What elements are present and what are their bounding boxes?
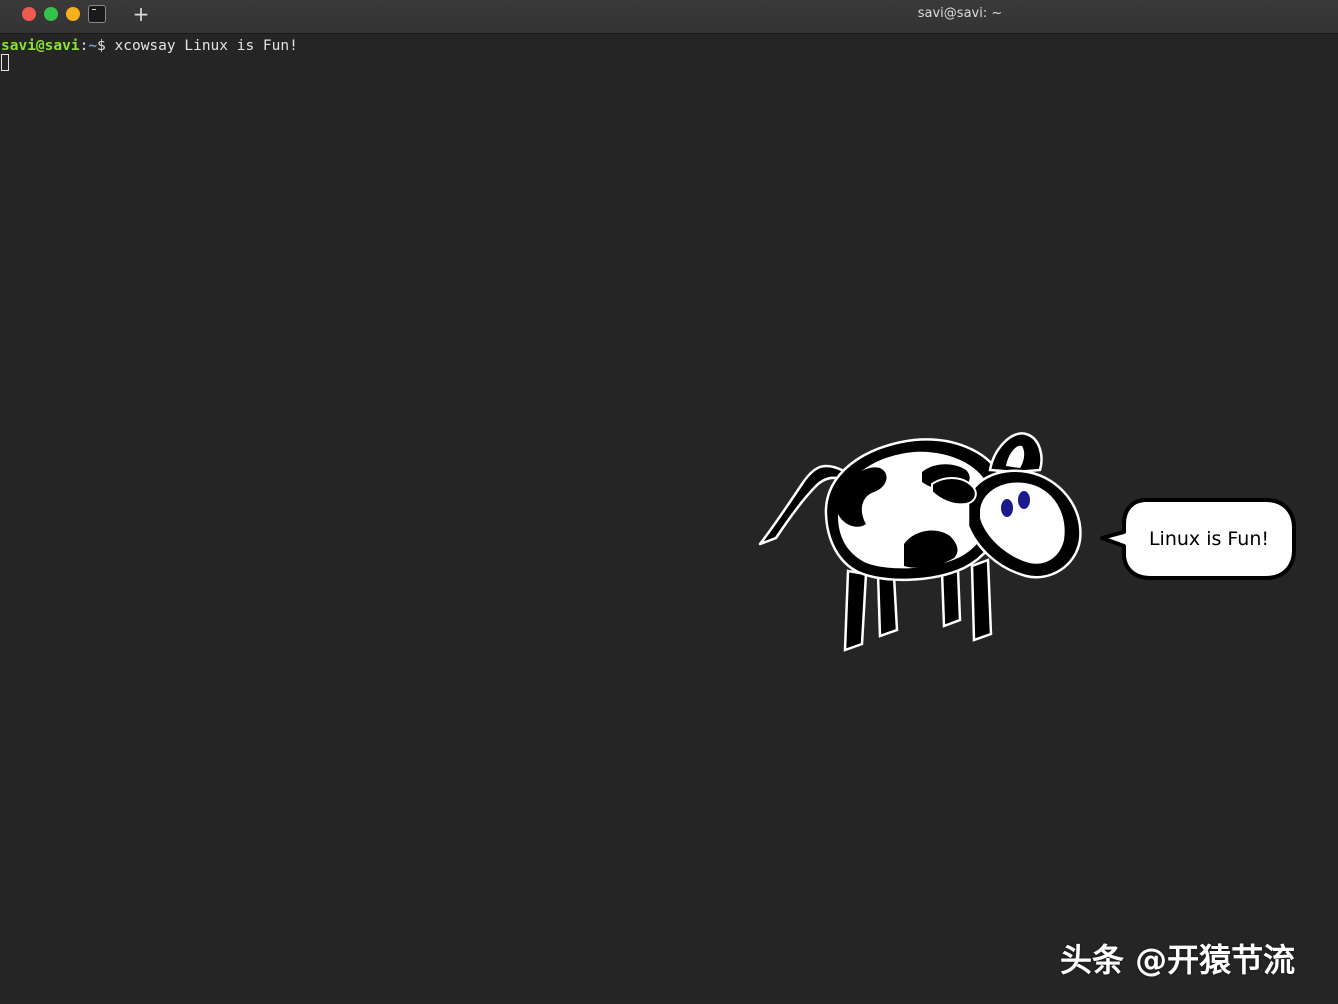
- watermark: 头条 @开猿节流: [1060, 941, 1296, 979]
- cow-eye-left: [1001, 499, 1013, 517]
- cow-image[interactable]: [754, 426, 1088, 654]
- prompt-separator: :: [79, 38, 89, 54]
- close-icon[interactable]: [22, 7, 36, 21]
- prompt-path: ~: [88, 38, 98, 54]
- title-bar: + savi@savi: ~: [0, 0, 1338, 34]
- prompt-user: savi@savi: [1, 38, 80, 54]
- cow-leg-1: [843, 569, 868, 652]
- window-title: savi@savi: ~: [917, 6, 1003, 21]
- command-text: xcowsay Linux is Fun!: [114, 38, 298, 54]
- cow-leg-4: [970, 558, 993, 642]
- cow-leg-2: [876, 572, 899, 638]
- maximize-icon[interactable]: [66, 7, 80, 21]
- command-line: savi@savi:~$ xcowsay Linux is Fun!: [1, 37, 298, 55]
- cow-leg-3: [940, 568, 962, 628]
- speech-text: Linux is Fun!: [1148, 528, 1270, 550]
- cow-eye-right: [1018, 491, 1030, 509]
- terminal-icon[interactable]: [88, 5, 106, 23]
- new-tab-button[interactable]: +: [130, 2, 152, 26]
- text-cursor: [1, 54, 9, 71]
- prompt-symbol: $: [97, 38, 115, 54]
- minimize-icon[interactable]: [44, 7, 58, 21]
